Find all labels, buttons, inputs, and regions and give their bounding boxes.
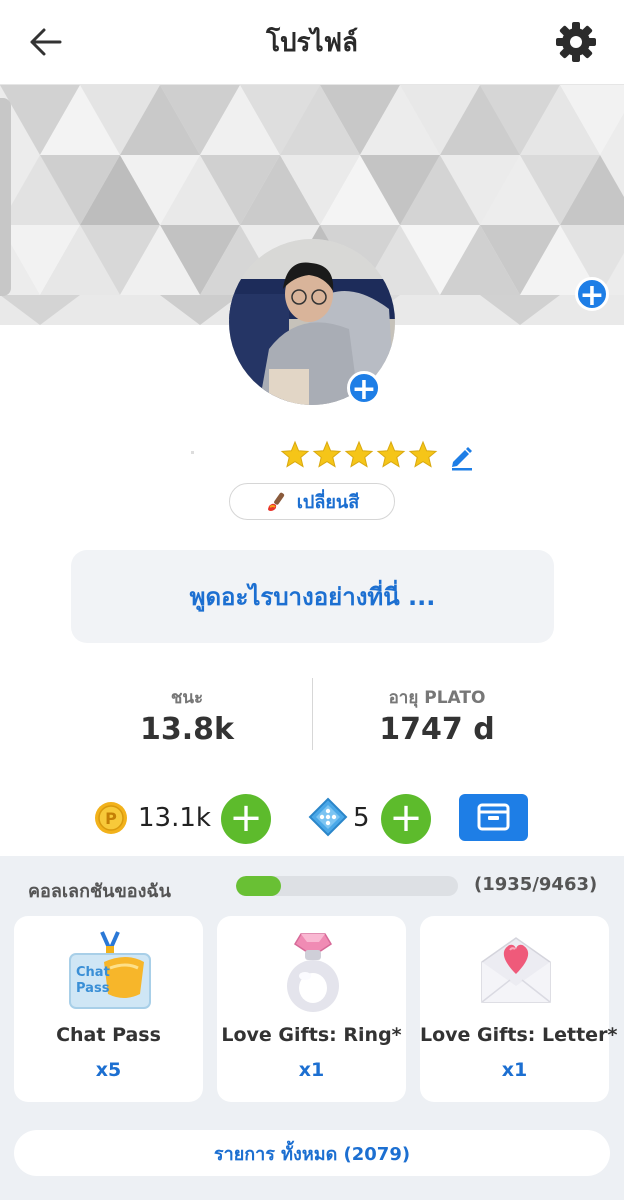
collection-progress-fill [236, 876, 282, 896]
add-dice-button[interactable]: + [381, 794, 431, 844]
collection-label: คอลเลกชันของฉัน [28, 881, 171, 902]
svg-text:P: P [105, 809, 117, 828]
plato-age-value: 1747 d [379, 712, 495, 747]
add-coins-button[interactable]: + [221, 794, 271, 844]
svg-text:Pass: Pass [76, 981, 110, 996]
collection-progress-text: (1935/9463) [474, 874, 598, 895]
star-icon [376, 440, 406, 468]
wallet-icon [477, 803, 510, 831]
wins-value: 13.8k [140, 712, 234, 747]
stats-divider [312, 678, 313, 750]
item-name: Love Gifts: Ring* [221, 1024, 402, 1046]
love-letter-icon [481, 937, 551, 1003]
scroll-handle[interactable] [0, 98, 11, 296]
paintbrush-icon [267, 492, 284, 511]
coins-value: 13.1k [138, 803, 211, 833]
star-rating [280, 440, 438, 472]
add-cover-button[interactable]: + [575, 277, 609, 312]
plato-age-label: อายุ PLATO [388, 688, 486, 708]
item-name: Love Gifts: Letter* [420, 1024, 618, 1046]
ring-icon [287, 933, 339, 1012]
collection-progress-bar [236, 876, 458, 896]
top-bar: โปรไฟล์ [0, 0, 624, 85]
star-icon [312, 440, 342, 468]
star-icon [408, 440, 438, 468]
item-quantity: x1 [501, 1059, 528, 1081]
dice-value: 5 [353, 803, 370, 833]
coin-icon: P [95, 802, 127, 834]
gear-icon[interactable] [552, 18, 600, 66]
star-icon [280, 440, 310, 468]
star-icon [344, 440, 374, 468]
item-name: Chat Pass [56, 1024, 161, 1046]
item-quantity: x5 [95, 1059, 122, 1081]
username-text [191, 451, 194, 454]
pencil-icon[interactable] [447, 442, 477, 472]
svg-text:Chat: Chat [76, 965, 110, 980]
collection-item-ring[interactable]: Love Gifts: Ring* x1 [217, 916, 406, 1102]
page-title: โปรไฟล์ [266, 28, 358, 58]
dice-icon [308, 797, 348, 837]
collection-item-chat-pass[interactable]: Chat Pass Chat Pass x5 [14, 916, 203, 1102]
change-color-button[interactable]: เปลี่ยนสี [229, 483, 395, 520]
wins-label: ชนะ [170, 688, 204, 708]
change-color-label: เปลี่ยนสี [296, 492, 360, 513]
chat-pass-icon: Chat Pass [69, 931, 151, 1009]
wallet-button[interactable] [459, 794, 528, 841]
item-quantity: x1 [298, 1059, 325, 1081]
status-input[interactable]: พูดอะไรบางอย่างที่นี่ ... [71, 550, 554, 643]
view-all-items-button[interactable]: รายการ ทั้งหมด (2079) [14, 1130, 610, 1176]
collection-item-letter[interactable]: Love Gifts: Letter* x1 [420, 916, 618, 1102]
add-avatar-button[interactable]: + [347, 371, 381, 406]
